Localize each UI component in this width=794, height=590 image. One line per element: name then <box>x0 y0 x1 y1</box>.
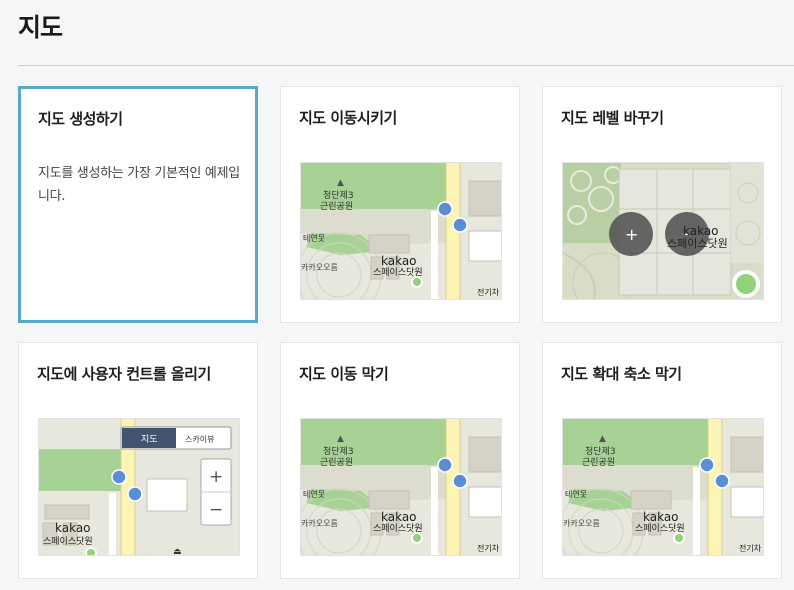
svg-text:kakao: kakao <box>381 510 417 524</box>
map-thumbnail: ▲ 청단제3 근린공원 테연못 카카오오름 kakao 스페이스닷원 전기차 <box>300 418 502 556</box>
svg-text:테연못: 테연못 <box>565 490 587 499</box>
svg-text:전기차: 전기차 <box>477 543 500 553</box>
map-type-map-label: 지도 <box>141 434 158 445</box>
svg-text:스페이스닷원: 스페이스닷원 <box>43 536 93 547</box>
map-thumbnail: ▲ 청단제3 근린공원 테연못 카카오오름 kakao 스페이스닷원 전기차 <box>300 162 502 300</box>
svg-text:kakao: kakao <box>643 510 679 524</box>
card-disable-drag[interactable]: 지도 이동 막기 ▲ 청단제3 근린공원 테연못 카카오오름 kakao 스페이… <box>280 342 520 579</box>
svg-text:+: + <box>625 225 638 244</box>
svg-text:▲: ▲ <box>337 178 344 188</box>
svg-text:⏏: ⏏ <box>173 547 182 556</box>
svg-text:카카오오름: 카카오오름 <box>301 263 338 272</box>
card-description: 지도를 생성하는 가장 기본적인 예제입니다. <box>38 166 240 204</box>
svg-text:kakao: kakao <box>683 224 719 238</box>
map-thumbnail: kakao 스페이스닷원 지도 스카이뷰 + − ⏏ <box>38 418 240 556</box>
svg-text:kakao: kakao <box>55 521 91 535</box>
page-title: 지도 <box>18 13 63 42</box>
svg-text:스페이스닷원: 스페이스닷원 <box>373 523 423 534</box>
card-title: 지도 이동시키기 <box>299 109 397 127</box>
card-title: 지도에 사용자 컨트롤 올리기 <box>37 365 211 383</box>
map-thumbnail: + - kakao 스페이스닷원 <box>562 162 764 300</box>
map-label-kakao: kakao <box>381 254 417 268</box>
zoom-out-icon[interactable]: − <box>209 500 223 520</box>
svg-text:전기차: 전기차 <box>477 287 500 297</box>
svg-text:테연못: 테연못 <box>303 234 325 243</box>
map-thumbnail: ▲ 청단제3 근린공원 테연못 카카오오름 kakao 스페이스닷원 전기차 <box>562 418 764 556</box>
svg-text:근린공원: 근린공원 <box>582 457 615 468</box>
card-disable-zoom[interactable]: 지도 확대 축소 막기 ▲ 청단제3 근린공원 테연못 카카오오름 kakao … <box>542 342 782 579</box>
card-title: 지도 확대 축소 막기 <box>561 365 682 383</box>
svg-text:근린공원: 근린공원 <box>320 201 353 212</box>
map-type-skyview-label[interactable]: 스카이뷰 <box>185 434 214 444</box>
svg-text:카카오오름: 카카오오름 <box>563 519 600 528</box>
zoom-in-icon[interactable]: + <box>209 467 223 487</box>
svg-text:▲: ▲ <box>599 434 606 444</box>
card-change-level[interactable]: 지도 레벨 바꾸기 + - kakao 스페이스닷원 <box>542 86 782 323</box>
card-title: 지도 레벨 바꾸기 <box>561 109 664 127</box>
card-title: 지도 생성하기 <box>38 110 123 128</box>
map-label-park: 청단제3 <box>323 190 354 201</box>
svg-text:스페이스닷원: 스페이스닷원 <box>635 523 685 534</box>
card-create-map[interactable]: 지도 생성하기 지도를 생성하는 가장 기본적인 예제입니다. <box>18 86 258 323</box>
svg-text:전기차: 전기차 <box>739 543 762 553</box>
card-title: 지도 이동 막기 <box>299 365 389 383</box>
svg-text:청단제3: 청단제3 <box>323 446 354 457</box>
header-divider <box>18 65 794 66</box>
card-move-map[interactable]: 지도 이동시키기 ▲ 청단제3 근린공원 테연못 카카오오름 kakao 스페이… <box>280 86 520 323</box>
svg-text:근린공원: 근린공원 <box>320 457 353 468</box>
svg-text:청단제3: 청단제3 <box>585 446 616 457</box>
card-user-controls[interactable]: 지도에 사용자 컨트롤 올리기 kakao 스페이스닷원 지도 스카이뷰 + −… <box>18 342 258 579</box>
svg-text:카카오오름: 카카오오름 <box>301 519 338 528</box>
svg-text:스페이스닷원: 스페이스닷원 <box>373 267 423 278</box>
svg-text:▲: ▲ <box>337 434 344 444</box>
svg-text:테연못: 테연못 <box>303 490 325 499</box>
svg-text:스페이스닷원: 스페이스닷원 <box>667 237 728 250</box>
